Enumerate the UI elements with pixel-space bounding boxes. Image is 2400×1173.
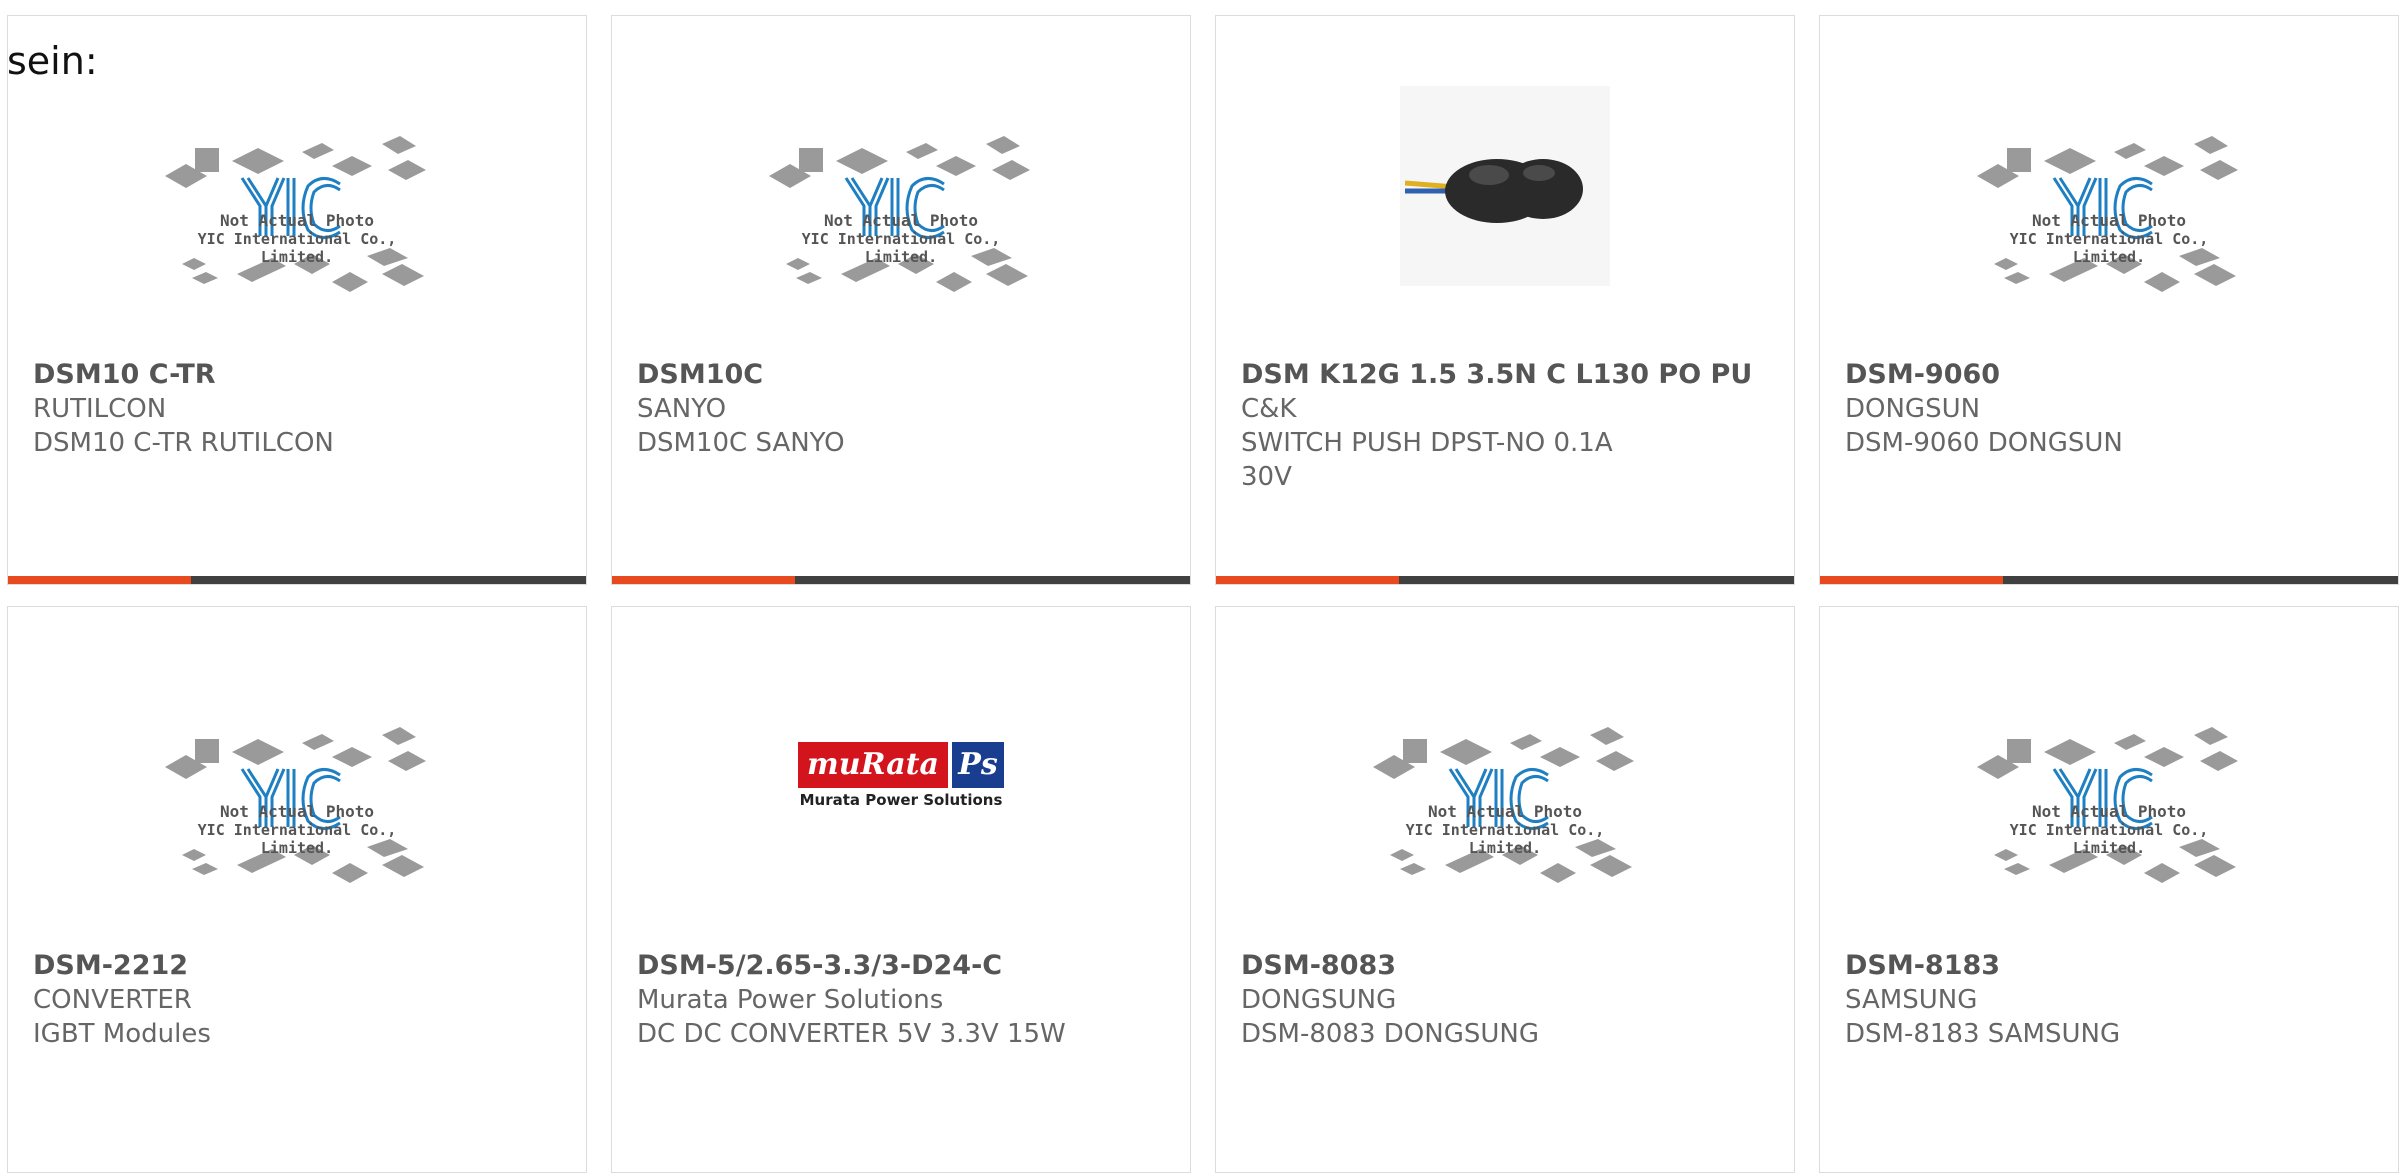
description: DSM10C SANYO xyxy=(637,428,845,458)
not-actual-photo-label: Not Actual Photo xyxy=(2031,211,2187,230)
yic-logo-icon xyxy=(165,727,426,883)
not-actual-photo-label: Not Actual Photo xyxy=(2031,802,2187,821)
card-bar xyxy=(1820,576,2398,584)
yic-company-label: YIC International Co., Limited. xyxy=(1405,821,1605,857)
product-card[interactable]: Not Actual Photo YIC International Co., … xyxy=(611,15,1191,585)
product-card[interactable]: Not Actual Photo YIC International Co., … xyxy=(7,606,587,1173)
yic-logo-icon xyxy=(165,136,426,292)
manufacturer: SANYO xyxy=(637,394,727,424)
product-card[interactable]: Not Actual Photo YIC International Co., … xyxy=(1819,15,2399,585)
product-card[interactable]: Not Actual Photo YIC International Co., … xyxy=(1215,606,1795,1173)
product-image[interactable]: muRata Ps Murata Power Solutions xyxy=(612,607,1190,947)
not-actual-photo-image: Not Actual Photo YIC International Co., … xyxy=(1370,657,1640,897)
not-actual-photo-image: Not Actual Photo YIC International Co., … xyxy=(1974,657,2244,897)
push-switch-icon xyxy=(1405,159,1583,223)
manufacturer: C&K xyxy=(1241,394,1297,424)
not-actual-photo-label: Not Actual Photo xyxy=(219,211,375,230)
description: SWITCH PUSH DPST-NO 0.1A 30V xyxy=(1241,428,1613,492)
not-actual-photo-image: Not Actual Photo YIC International Co., … xyxy=(162,657,432,897)
part-number-link[interactable]: DSM10 C-TR xyxy=(33,358,566,392)
page-prefix-text: sein: xyxy=(7,39,98,83)
yic-company-label: YIC International Co., Limited. xyxy=(197,230,397,266)
card-bar xyxy=(8,576,586,584)
not-actual-photo-image: Not Actual Photo YIC International Co., … xyxy=(1974,66,2244,306)
manufacturer: CONVERTER xyxy=(33,985,192,1015)
manufacturer: SAMSUNG xyxy=(1845,985,1978,1015)
description: IGBT Modules xyxy=(33,1019,211,1049)
card-bar-accent xyxy=(1820,576,2003,584)
part-number-link[interactable]: DSM-5/2.65-3.3/3-D24-C xyxy=(637,949,1170,983)
part-number-link[interactable]: DSM-8083 xyxy=(1241,949,1774,983)
description: DSM-8083 DONGSUNG xyxy=(1241,1019,1539,1049)
description: DSM-8183 SAMSUNG xyxy=(1845,1019,2121,1049)
not-actual-photo-label: Not Actual Photo xyxy=(823,211,979,230)
card-bar xyxy=(1216,576,1794,584)
card-bar xyxy=(612,576,1190,584)
product-image[interactable]: Not Actual Photo YIC International Co., … xyxy=(612,16,1190,356)
product-image[interactable] xyxy=(1216,16,1794,356)
yic-company-label: YIC International Co., Limited. xyxy=(801,230,1001,266)
manufacturer: DONGSUNG xyxy=(1241,985,1397,1015)
manufacturer: RUTILCON xyxy=(33,394,167,424)
description: DC DC CONVERTER 5V 3.3V 15W xyxy=(637,1019,1066,1049)
description: DSM10 C-TR RUTILCON xyxy=(33,428,334,458)
murata-ps-mark: Ps xyxy=(952,742,1004,788)
not-actual-photo-image: Not Actual Photo YIC International Co., … xyxy=(766,66,1036,306)
murata-logo-subtitle: Murata Power Solutions xyxy=(799,791,1003,809)
part-number-link[interactable]: DSM-9060 xyxy=(1845,358,2378,392)
product-card[interactable]: Not Actual Photo YIC International Co., … xyxy=(1819,606,2399,1173)
card-bar-accent xyxy=(1216,576,1399,584)
yic-company-label: YIC International Co., Limited. xyxy=(2009,230,2209,266)
part-number-link[interactable]: DSM K12G 1.5 3.5N C L130 PO PU xyxy=(1241,358,1774,392)
product-card[interactable]: DSM K12G 1.5 3.5N C L130 PO PU C&K SWITC… xyxy=(1215,15,1795,585)
yic-logo-icon xyxy=(1977,136,2238,292)
yic-logo-icon xyxy=(1373,727,1634,883)
part-number-link[interactable]: DSM-2212 xyxy=(33,949,566,983)
part-number-link[interactable]: DSM-8183 xyxy=(1845,949,2378,983)
product-image[interactable]: Not Actual Photo YIC International Co., … xyxy=(1820,16,2398,356)
card-bar-accent xyxy=(612,576,795,584)
yic-logo-icon xyxy=(1977,727,2238,883)
product-image[interactable]: Not Actual Photo YIC International Co., … xyxy=(8,607,586,947)
manufacturer: Murata Power Solutions xyxy=(637,985,944,1015)
switch-photo xyxy=(1400,86,1610,286)
yic-logo-icon xyxy=(769,136,1030,292)
yic-company-label: YIC International Co., Limited. xyxy=(2009,821,2209,857)
not-actual-photo-label: Not Actual Photo xyxy=(219,802,375,821)
manufacturer: DONGSUN xyxy=(1845,394,1981,424)
card-bar-accent xyxy=(8,576,191,584)
product-card[interactable]: Not Actual Photo YIC International Co., … xyxy=(7,15,587,585)
not-actual-photo-image: Not Actual Photo YIC International Co., … xyxy=(162,66,432,306)
product-grid-row-2: Not Actual Photo YIC International Co., … xyxy=(7,606,2400,1173)
product-grid: Not Actual Photo YIC International Co., … xyxy=(7,15,2400,585)
description: DSM-9060 DONGSUN xyxy=(1845,428,2123,458)
product-image[interactable]: Not Actual Photo YIC International Co., … xyxy=(1820,607,2398,947)
part-number-link[interactable]: DSM10C xyxy=(637,358,1170,392)
yic-company-label: YIC International Co., Limited. xyxy=(197,821,397,857)
murata-logo-icon: muRata Ps Murata Power Solutions xyxy=(798,742,1004,812)
product-image[interactable]: Not Actual Photo YIC International Co., … xyxy=(1216,607,1794,947)
product-card[interactable]: muRata Ps Murata Power Solutions DSM-5/2… xyxy=(611,606,1191,1173)
not-actual-photo-label: Not Actual Photo xyxy=(1427,802,1583,821)
murata-brand-mark: muRata xyxy=(798,742,948,788)
